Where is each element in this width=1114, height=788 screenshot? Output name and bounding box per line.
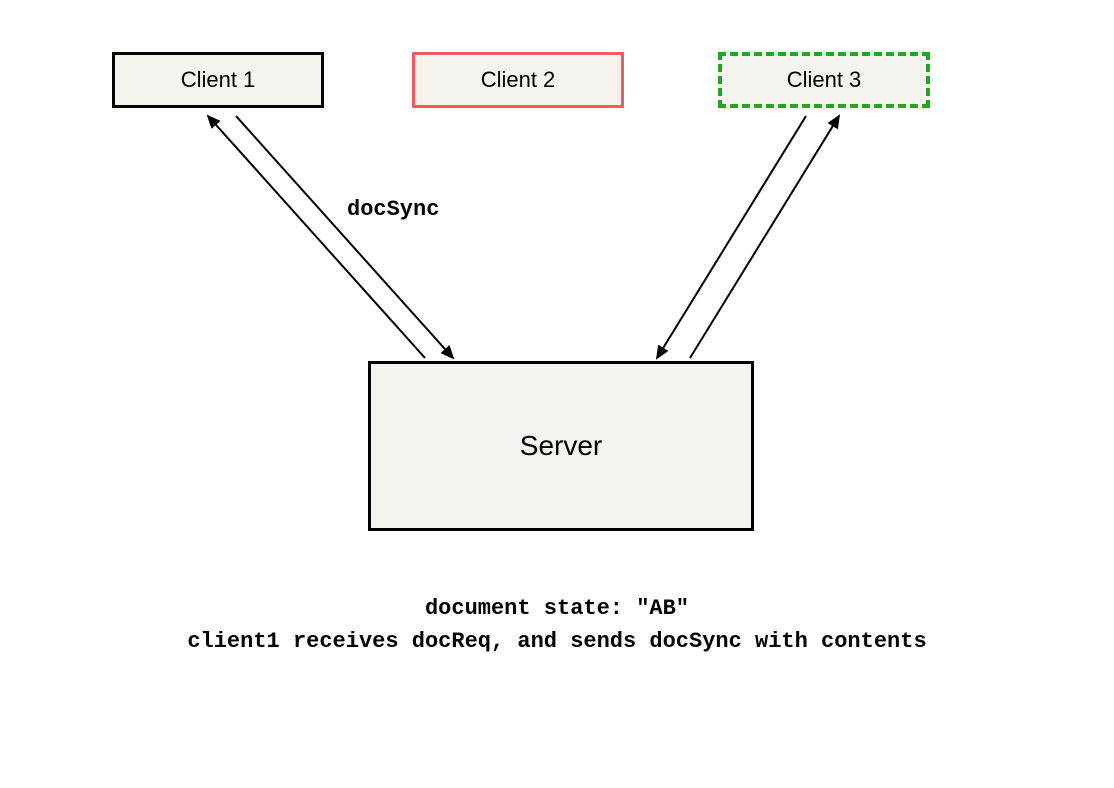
- docsync-edge-label: docSync: [347, 197, 439, 222]
- server-box: Server: [368, 361, 754, 531]
- client-1-box: Client 1: [112, 52, 324, 108]
- arrow-client3-to-server: [657, 116, 806, 358]
- caption-line-1: document state: "AB": [0, 592, 1114, 625]
- arrow-client1-to-server: [236, 116, 453, 358]
- arrow-server-to-client1: [208, 116, 425, 358]
- arrow-server-to-client3: [690, 116, 839, 358]
- diagram-caption: document state: "AB" client1 receives do…: [0, 592, 1114, 658]
- caption-line-2: client1 receives docReq, and sends docSy…: [0, 625, 1114, 658]
- server-label: Server: [520, 430, 602, 462]
- client-2-label: Client 2: [481, 67, 556, 93]
- client-3-label: Client 3: [787, 67, 862, 93]
- client-1-label: Client 1: [181, 67, 256, 93]
- client-2-box: Client 2: [412, 52, 624, 108]
- client-3-box: Client 3: [718, 52, 930, 108]
